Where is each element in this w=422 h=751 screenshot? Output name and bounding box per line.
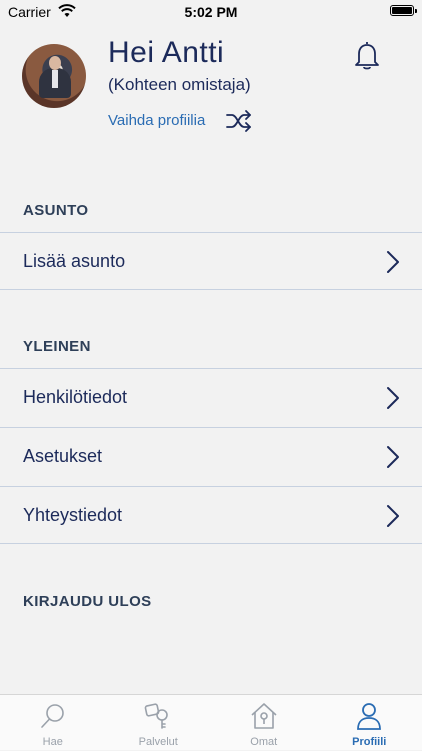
contact-info-row[interactable]: Yhteystiedot [0,486,422,544]
logout-button[interactable]: KIRJAUDU ULOS [23,593,152,610]
shuffle-icon[interactable] [225,108,253,134]
chevron-right-icon [386,250,400,274]
greeting-title: Hei Antti [108,36,224,70]
search-icon [38,701,68,731]
tab-bar: Hae Palvelut Omat [0,694,422,750]
avatar[interactable] [22,44,86,108]
switch-profile-link[interactable]: Vaihda profiilia [108,112,205,129]
personal-info-label: Henkilötiedot [23,387,127,408]
tab-search[interactable]: Hae [0,695,106,751]
tab-own[interactable]: Omat [211,695,317,751]
bell-icon[interactable] [353,39,381,71]
tab-services[interactable]: Palvelut [106,695,212,751]
chevron-right-icon [386,445,400,469]
settings-label: Asetukset [23,446,102,467]
chevron-right-icon [386,386,400,410]
section-header-home: ASUNTO [23,202,88,219]
tab-services-label: Palvelut [106,736,212,748]
status-bar: Carrier 5:02 PM [0,0,422,24]
tab-profile-label: Profiili [317,736,422,748]
personal-info-row[interactable]: Henkilötiedot [0,368,422,426]
keys-icon [143,701,173,731]
add-home-label: Lisää asunto [23,251,125,272]
chevron-right-icon [386,504,400,528]
settings-row[interactable]: Asetukset [0,427,422,485]
tab-search-label: Hae [0,736,106,748]
contact-info-label: Yhteystiedot [23,505,122,526]
tab-own-label: Omat [211,736,317,748]
house-icon [249,701,279,731]
tab-profile[interactable]: Profiili [317,695,422,751]
add-home-row[interactable]: Lisää asunto [0,232,422,290]
person-icon [354,701,384,731]
section-header-general: YLEINEN [23,338,91,355]
battery-icon [390,5,414,16]
clock: 5:02 PM [0,4,422,20]
role-label: (Kohteen omistaja) [108,75,251,95]
